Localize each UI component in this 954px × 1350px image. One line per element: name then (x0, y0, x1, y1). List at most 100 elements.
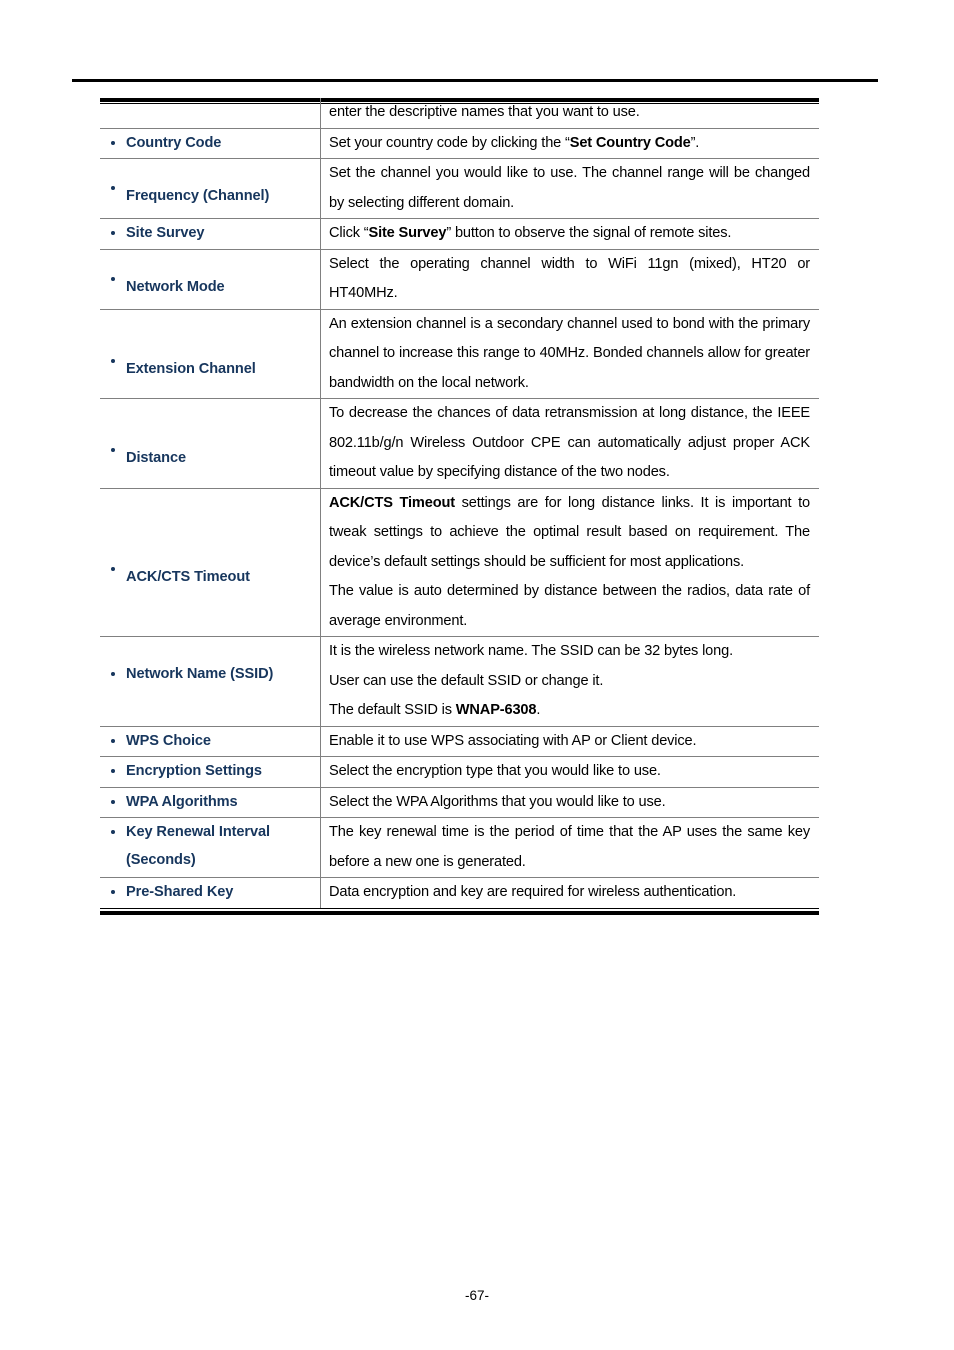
term-label-extension-channel: Extension Channel (100, 310, 312, 383)
bullet-icon (111, 890, 115, 894)
page-number: -67- (464, 1288, 489, 1303)
term-label-network-mode: Network Mode (100, 250, 312, 301)
bullet-icon (111, 140, 115, 145)
description-cell: Select the WPA Algorithms that you would… (321, 787, 820, 818)
description-cell: Select the encryption type that you woul… (321, 757, 820, 788)
term-cell: Site Survey (100, 218, 321, 249)
description-paragraph: ACK/CTS Timeout settings are for long di… (329, 494, 810, 570)
table-row: Frequency (Channel) Set the channel you … (100, 158, 820, 219)
description-cell: Click “Site Survey” button to observe th… (321, 219, 820, 250)
term-text: Pre-Shared Key (126, 884, 234, 900)
term-text: Key Renewal Interval (126, 824, 271, 840)
term-text: Encryption Settings (126, 763, 262, 779)
term-label-frequency-channel: Frequency (Channel) (100, 159, 312, 210)
term-label-encryption-settings: Encryption Settings (100, 757, 312, 785)
description-text: It is the wireless network name. The SSI… (329, 637, 810, 726)
description-paragraph: User can use the default SSID or change … (329, 672, 604, 689)
term-text: WPA Algorithms (126, 793, 238, 810)
term-label-pre-shared-key: Pre-Shared Key (100, 878, 312, 906)
description-text: Set your country code by clicking the “S… (329, 129, 810, 159)
table-row: enter the descriptive names that you wan… (100, 98, 819, 128)
term-cell: Extension Channel (100, 309, 321, 399)
description-paragraph: The value is auto determined by distance… (329, 583, 810, 629)
term-label-wps-choice: WPS Choice (100, 727, 312, 755)
description-cell: Set the channel you would like to use. T… (321, 159, 820, 219)
bullet-icon (111, 769, 115, 773)
description-paragraph: An extension channel is a secondary chan… (329, 315, 810, 391)
description-cell: The key renewal time is the period of ti… (321, 818, 820, 878)
description-text: ACK/CTS Timeout settings are for long di… (329, 489, 810, 637)
description-cell: enter the descriptive names that you wan… (321, 98, 820, 128)
term-cell (100, 98, 321, 128)
description-cell: To decrease the chances of data retransm… (321, 399, 820, 489)
term-text: Network Mode (126, 278, 225, 295)
description-text: Select the WPA Algorithms that you would… (329, 788, 810, 818)
description-text: enter the descriptive names that you wan… (329, 98, 810, 128)
term-text-line2: (Seconds) (126, 852, 196, 868)
term-label-key-renewal-interval: Key Renewal Interval (Seconds) (100, 818, 312, 874)
term-text: Frequency (Channel) (126, 188, 270, 204)
table-row: Country Code Set your country code by cl… (100, 128, 819, 159)
description-text: Select the operating channel width to Wi… (329, 250, 810, 309)
description-text: To decrease the chances of data retransm… (329, 399, 810, 488)
description-text: Set the channel you would like to use. T… (329, 159, 810, 218)
description-cell: Set your country code by clicking the “S… (321, 128, 820, 159)
term-cell: Network Mode (100, 249, 321, 309)
term-label-site-survey: Site Survey (100, 219, 312, 247)
description-paragraph: Enable it to use WPS associating with AP… (329, 732, 697, 749)
description-paragraph: To decrease the chances of data retransm… (329, 405, 810, 480)
emphasis-ack-cts-timeout: ACK/CTS Timeout (329, 494, 455, 511)
term-text: Network Name (SSID) (126, 666, 274, 682)
description-paragraph: Select the operating channel width to Wi… (329, 255, 810, 302)
term-text: WPS Choice (126, 732, 211, 749)
description-text: Data encryption and key are required for… (329, 878, 810, 908)
term-text: Country Code (126, 134, 222, 151)
table-row: WPA Algorithms Select the WPA Algorithms… (100, 787, 819, 818)
table-row: Extension Channel An extension channel i… (100, 309, 819, 399)
term-cell: Distance (100, 398, 321, 488)
term-cell: ACK/CTS Timeout (100, 488, 321, 637)
term-cell: Key Renewal Interval (Seconds) (100, 817, 321, 878)
description-paragraph: Data encryption and key are required for… (329, 884, 737, 900)
description-text: Enable it to use WPS associating with AP… (329, 727, 810, 757)
table-bottom-border (100, 908, 819, 915)
description-cell: Enable it to use WPS associating with AP… (321, 726, 820, 757)
bullet-icon (111, 672, 115, 676)
description-paragraph: Select the encryption type that you woul… (329, 763, 661, 779)
term-cell: Encryption Settings (100, 756, 321, 787)
term-text: Site Survey (126, 225, 205, 241)
description-text: The key renewal time is the period of ti… (329, 818, 810, 877)
description-paragraph: Select the WPA Algorithms that you would… (329, 793, 666, 810)
page-header-rule (72, 79, 878, 82)
table-row: WPS Choice Enable it to use WPS associat… (100, 726, 819, 757)
table-row: Network Name (SSID) It is the wireless n… (100, 636, 820, 727)
term-label-ack-cts-timeout: ACK/CTS Timeout (100, 489, 312, 591)
description-text: Click “Site Survey” button to observe th… (329, 219, 810, 249)
description-paragraph: The key renewal time is the period of ti… (329, 824, 810, 870)
bullet-icon (111, 186, 115, 190)
description-cell: It is the wireless network name. The SSI… (321, 637, 820, 727)
description-text: Select the encryption type that you woul… (329, 757, 810, 787)
bullet-icon (111, 231, 115, 235)
term-label-distance: Distance (100, 399, 312, 472)
bullet-icon (111, 448, 115, 452)
description-text: An extension channel is a secondary chan… (329, 310, 810, 399)
term-text: Extension Channel (126, 360, 256, 377)
description-cell: Data encryption and key are required for… (321, 878, 820, 908)
emphasis-default-ssid: WNAP-6308 (455, 702, 537, 718)
description-cell: An extension channel is a secondary chan… (321, 309, 820, 399)
table-row: Key Renewal Interval (Seconds) The key r… (100, 817, 820, 878)
term-label-country-code: Country Code (100, 129, 312, 157)
bullet-icon (111, 738, 115, 743)
bullet-icon (111, 566, 115, 571)
description-paragraph: Set the channel you would like to use. T… (329, 165, 810, 211)
term-text: ACK/CTS Timeout (126, 568, 250, 585)
description-paragraph: It is the wireless network name. The SSI… (329, 643, 733, 659)
table-row: Network Mode Select the operating channe… (100, 249, 819, 309)
description-cell: ACK/CTS Timeout settings are for long di… (321, 488, 820, 637)
table-row: Pre-Shared Key Data encryption and key a… (100, 877, 820, 908)
term-cell: WPS Choice (100, 726, 321, 757)
bullet-icon (111, 799, 115, 804)
description-paragraph: Set your country code by clicking the “S… (329, 134, 700, 151)
term-cell: Country Code (100, 128, 321, 159)
